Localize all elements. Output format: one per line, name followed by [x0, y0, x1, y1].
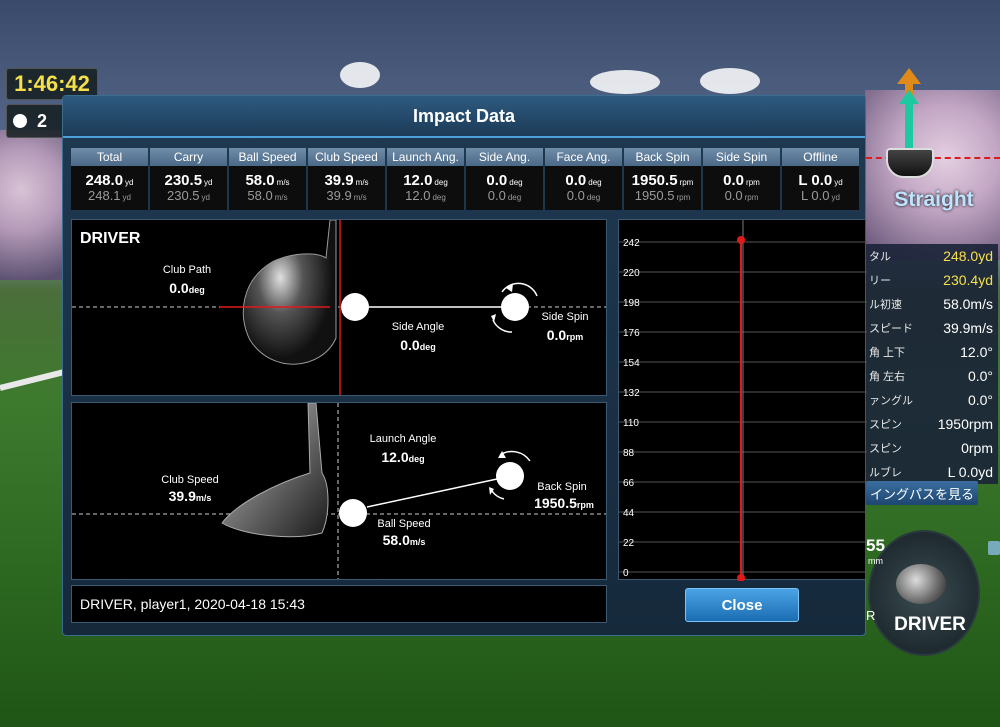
aim-arrow-icon	[897, 68, 921, 156]
start-point	[737, 574, 745, 581]
side-spin-label: Side Spin	[541, 311, 589, 323]
view-swing-path-button[interactable]: イングパスを見る	[866, 481, 978, 505]
shot-direction: Straight	[894, 188, 974, 211]
club-number: 55	[866, 536, 885, 555]
tick-label: 242	[623, 238, 640, 249]
fairway-line	[0, 368, 69, 391]
club-speed-value: 39.9m/s	[168, 488, 212, 504]
tick-label: 22	[623, 538, 635, 549]
stat-ball-speed: Ball Speed 58.0 m/s 58.0 m/s	[229, 148, 306, 210]
panel-title: Impact Data	[63, 96, 865, 138]
club-path-label: Club Path	[162, 264, 212, 276]
driver-head-icon	[896, 564, 946, 604]
back-spin-label: Back Spin	[537, 481, 587, 493]
tick-label: 176	[623, 328, 640, 339]
launch-angle-value: 12.0deg	[381, 449, 425, 465]
club-letter: R	[866, 608, 876, 623]
hud-row-ball-speed: ル初速 58.0m/s	[866, 292, 998, 316]
hud-row-launch-horizontal: 角 左右 0.0°	[866, 364, 998, 388]
cloud	[340, 62, 380, 88]
cloud	[700, 68, 760, 94]
stat-launch-angle: Launch Ang. 12.0 deg 12.0 deg	[387, 148, 464, 210]
hud-row-face-angle: ァングル 0.0°	[866, 388, 998, 412]
stat-offline: Offline L 0.0 yd L 0.0 yd	[782, 148, 859, 210]
side-angle-value: 0.0deg	[400, 337, 436, 353]
club-name: DRIVER	[894, 614, 966, 635]
hud-row-total: タル 248.0yd	[866, 244, 998, 268]
tick-label: 66	[623, 478, 635, 489]
cherry-trees-right	[865, 90, 1000, 260]
tick-label: 0	[623, 568, 629, 579]
top-impact-view: DRIVER Club Path 0.0deg Side Angle 0.0de…	[71, 219, 607, 396]
hud-row-club-speed: スピード 39.9m/s	[866, 316, 998, 340]
cherry-trees-left	[0, 130, 70, 280]
stat-face-angle: Face Ang. 0.0 deg 0.0 deg	[545, 148, 622, 210]
tick-label: 110	[623, 418, 639, 429]
hud-row-carry: リー 230.4yd	[866, 268, 998, 292]
tick-label: 198	[623, 298, 640, 309]
side-angle-label: Side Angle	[391, 321, 445, 333]
landing-point	[737, 236, 745, 244]
ball-speed-label: Ball Speed	[377, 518, 431, 530]
stat-side-spin: Side Spin 0.0 rpm 0.0 rpm	[703, 148, 780, 210]
tick-label: 220	[623, 268, 640, 279]
stat-total: Total 248.0 yd 248.1 yd	[71, 148, 148, 210]
trajectory-graph: 242 220 198 176 154 132 110 88 66 44 22 0	[618, 219, 867, 581]
club-path-value: 0.0deg	[169, 280, 205, 296]
tick-label: 132	[623, 388, 640, 399]
trajectory-graph-svg: 242220198176154132110886644220	[619, 220, 867, 581]
ball-counter: 2	[6, 104, 68, 138]
cloud	[590, 70, 660, 94]
hud-row-back-spin: スピン 1950rpm	[866, 412, 998, 436]
clubhead-icon	[886, 148, 934, 178]
side-toggle-button[interactable]	[988, 541, 1000, 555]
impact-data-panel: Impact Data Total 248.0 yd 248.1 yd Carry …	[62, 95, 867, 636]
club-speed-label: Club Speed	[161, 474, 219, 486]
top-view-graphic	[72, 220, 606, 395]
ball-speed-value: 58.0m/s	[382, 532, 426, 548]
hud-stats-table: タル 248.0yd リー 230.4yd ル初速 58.0m/s スピード 39.9m…	[866, 244, 998, 484]
club-unit: mm	[868, 556, 883, 566]
hud-row-side-spin: スピン 0rpm	[866, 436, 998, 460]
stat-club-speed: Club Speed 39.9 m/s 39.9 m/s	[308, 148, 385, 210]
hud-row-launch-vertical: 角 上下 12.0°	[866, 340, 998, 364]
shot-info: DRIVER, player1, 2020-04-18 15:43	[71, 585, 607, 623]
back-spin-value: 1950.5rpm	[534, 495, 594, 511]
ball-icon	[13, 114, 27, 128]
launch-angle-label: Launch Angle	[369, 433, 437, 445]
side-impact-view: Launch Angle 12.0deg Club Speed 39.9m/s …	[71, 402, 607, 580]
tick-label: 44	[623, 508, 635, 519]
close-button[interactable]: Close	[685, 588, 799, 622]
tick-label: 154	[623, 358, 640, 369]
hud-row-offline: ルブレ L 0.0yd	[866, 460, 998, 484]
ball-count: 2	[37, 110, 48, 131]
tick-label: 88	[623, 448, 635, 459]
stat-side-angle: Side Ang. 0.0 deg 0.0 deg	[466, 148, 543, 210]
stat-carry: Carry 230.5 yd 230.5 yd	[150, 148, 227, 210]
stat-back-spin: Back Spin 1950.5 rpm 1950.5 rpm	[624, 148, 701, 210]
stats-bar: Total 248.0 yd 248.1 yd Carry 230.5 yd 230.…	[71, 148, 859, 210]
club-title: DRIVER	[80, 230, 141, 247]
side-spin-value: 0.0rpm	[546, 327, 584, 343]
